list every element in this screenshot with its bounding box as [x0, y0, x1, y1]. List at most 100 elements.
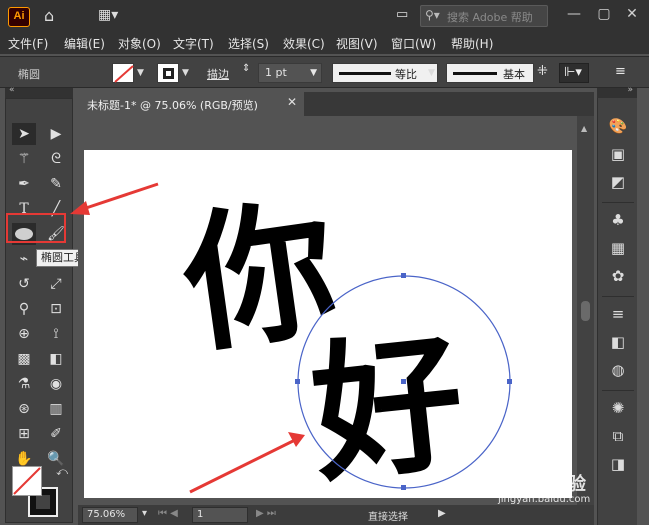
title-bar: Ai ⌂ ▦▾ ▭ ⚲▾ 搜索 Adobe 帮助 — ▢ ✕: [0, 0, 649, 32]
next-artboard-icon[interactable]: ▶ ⏭: [256, 508, 276, 519]
transparency-icon[interactable]: ◍: [608, 360, 628, 380]
watermark: Baidu经验: [500, 470, 586, 496]
current-tool-label: 直接选择: [368, 512, 408, 523]
swatches-icon[interactable]: ▦: [608, 238, 628, 258]
width-tool-icon[interactable]: ⚲: [12, 298, 36, 320]
symbols-icon[interactable]: ♣: [608, 210, 628, 230]
search-icon: ⚲▾: [425, 8, 440, 22]
vertical-scrollbar[interactable]: ▲: [577, 116, 594, 505]
anchor-left[interactable]: [295, 379, 300, 384]
scroll-up-icon[interactable]: ▲: [581, 124, 587, 133]
layout-icon[interactable]: ▦▾: [98, 7, 118, 23]
stroke-stepper-icon[interactable]: ⇕: [242, 63, 250, 74]
gradient-panel-icon[interactable]: ◩: [608, 172, 628, 192]
search-placeholder: 搜索 Adobe 帮助: [447, 11, 533, 24]
mesh-tool-icon[interactable]: ▩: [12, 348, 36, 370]
object-type-label: 椭圆: [18, 68, 40, 81]
curvature-tool-icon[interactable]: ✎: [44, 173, 68, 195]
canvas-area[interactable]: 你 好: [78, 116, 580, 505]
app-logo: Ai: [8, 7, 30, 27]
zoom-field[interactable]: 75.06%: [82, 507, 138, 523]
align-icon: ⊩▾: [564, 65, 582, 80]
minimize-button[interactable]: —: [563, 4, 585, 26]
artboard-number-field[interactable]: 1: [192, 507, 248, 523]
variable-width-profile[interactable]: 等比: [332, 63, 438, 83]
recolor-icon[interactable]: ⁜: [537, 64, 548, 79]
shaper-tool-icon[interactable]: ⌁: [12, 248, 36, 270]
brush-definition[interactable]: 基本: [446, 63, 534, 83]
layers-icon[interactable]: ⧉: [608, 426, 628, 446]
stroke-swatch[interactable]: [157, 63, 179, 83]
gradient-swatch-icon[interactable]: ◧: [608, 332, 628, 352]
slice-tool-icon[interactable]: ✐: [44, 423, 68, 445]
document-tab[interactable]: 未标题-1* @ 75.06% (RGB/预览) ✕: [78, 92, 304, 116]
status-bar: 75.06% ▾ ⏮ ◀ 1 ▶ ⏭ 直接选择 ▶: [78, 505, 594, 525]
menu-file[interactable]: 文件(F): [8, 35, 48, 52]
anchor-center[interactable]: [401, 379, 406, 384]
document-title: 未标题-1* @ 75.06% (RGB/预览): [87, 99, 258, 112]
workspace-icon[interactable]: ▭: [396, 7, 408, 22]
appearance-icon[interactable]: ✺: [608, 398, 628, 418]
maximize-button[interactable]: ▢: [593, 4, 615, 26]
menu-select[interactable]: 选择(S): [228, 35, 269, 52]
panel-collapse-strip[interactable]: »: [597, 85, 637, 98]
menu-help[interactable]: 帮助(H): [451, 35, 493, 52]
brushes-icon[interactable]: ✿: [608, 266, 628, 286]
home-icon[interactable]: ⌂: [44, 6, 54, 25]
scroll-thumb[interactable]: [581, 301, 590, 321]
lasso-tool-icon[interactable]: ᘓ: [44, 148, 68, 170]
menu-edit[interactable]: 编辑(E): [64, 35, 105, 52]
zoom-dropdown-icon[interactable]: ▾: [142, 508, 147, 519]
stroke-dropdown-icon[interactable]: ▼: [182, 68, 189, 78]
anchor-right[interactable]: [507, 379, 512, 384]
align-button[interactable]: ⊩▾: [559, 63, 589, 83]
selection-tool-icon[interactable]: ➤: [12, 123, 36, 145]
search-input[interactable]: ⚲▾ 搜索 Adobe 帮助: [420, 5, 548, 27]
swap-fill-stroke-icon[interactable]: ⤺: [50, 461, 74, 483]
anchor-top[interactable]: [401, 273, 406, 278]
blend-tool-icon[interactable]: ◉: [44, 373, 68, 395]
artboard-tool-icon[interactable]: ⊞: [12, 423, 36, 445]
stroke-panel-icon[interactable]: ≡: [608, 304, 628, 324]
scale-tool-icon[interactable]: ⤢: [44, 273, 68, 295]
rotate-tool-icon[interactable]: ↺: [12, 273, 36, 295]
menu-effect[interactable]: 效果(C): [283, 35, 325, 52]
magic-wand-tool-icon[interactable]: ⚚: [12, 148, 36, 170]
brush-label: 基本: [503, 68, 525, 81]
stroke-weight-value: 1 pt: [265, 66, 287, 79]
close-window-button[interactable]: ✕: [621, 4, 643, 26]
pen-tool-icon[interactable]: ✒: [12, 173, 36, 195]
right-panel-dock: 🎨 ▣ ◩ ♣ ▦ ✿ ≡ ◧ ◍ ✺ ⧉ ◨: [597, 98, 637, 525]
direct-selection-tool-icon[interactable]: ▶: [44, 123, 68, 145]
fill-color-box[interactable]: [12, 466, 42, 496]
fill-swatch[interactable]: [112, 63, 134, 83]
more-options-icon[interactable]: ≡: [615, 64, 626, 79]
fill-dropdown-icon[interactable]: ▼: [137, 68, 144, 78]
stroke-label[interactable]: 描边: [207, 66, 229, 82]
eyedropper-tool-icon[interactable]: ⚗: [12, 373, 36, 395]
first-artboard-icon[interactable]: ⏮ ◀: [158, 508, 178, 519]
free-transform-tool-icon[interactable]: ⊡: [44, 298, 68, 320]
graph-tool-icon[interactable]: ▥: [44, 398, 68, 420]
toolbar-collapse-strip[interactable]: «: [5, 85, 73, 98]
menu-window[interactable]: 窗口(W): [391, 35, 436, 52]
anchor-bottom[interactable]: [401, 485, 406, 490]
status-arrow-icon[interactable]: ▶: [438, 508, 446, 519]
artboard[interactable]: 你 好: [84, 150, 572, 498]
color-guide-icon[interactable]: ▣: [608, 144, 628, 164]
shape-builder-tool-icon[interactable]: ⊕: [12, 323, 36, 345]
document-tab-bar: 未标题-1* @ 75.06% (RGB/预览) ✕: [78, 92, 594, 116]
color-icon[interactable]: 🎨: [608, 116, 628, 136]
menu-view[interactable]: 视图(V): [336, 35, 378, 52]
menu-type[interactable]: 文字(T): [173, 35, 214, 52]
symbol-sprayer-tool-icon[interactable]: ⊛: [12, 398, 36, 420]
profile-dropdown-icon[interactable]: ▼: [428, 68, 435, 78]
profile-line: [339, 72, 391, 75]
perspective-grid-tool-icon[interactable]: ⟟: [44, 323, 68, 345]
stroke-square-icon: [163, 68, 174, 79]
close-tab-icon[interactable]: ✕: [287, 95, 297, 109]
menu-object[interactable]: 对象(O): [118, 35, 161, 52]
gradient-tool-icon[interactable]: ◧: [44, 348, 68, 370]
stroke-weight-field[interactable]: 1 pt ▼: [258, 63, 322, 83]
artboards-icon[interactable]: ◨: [608, 454, 628, 474]
